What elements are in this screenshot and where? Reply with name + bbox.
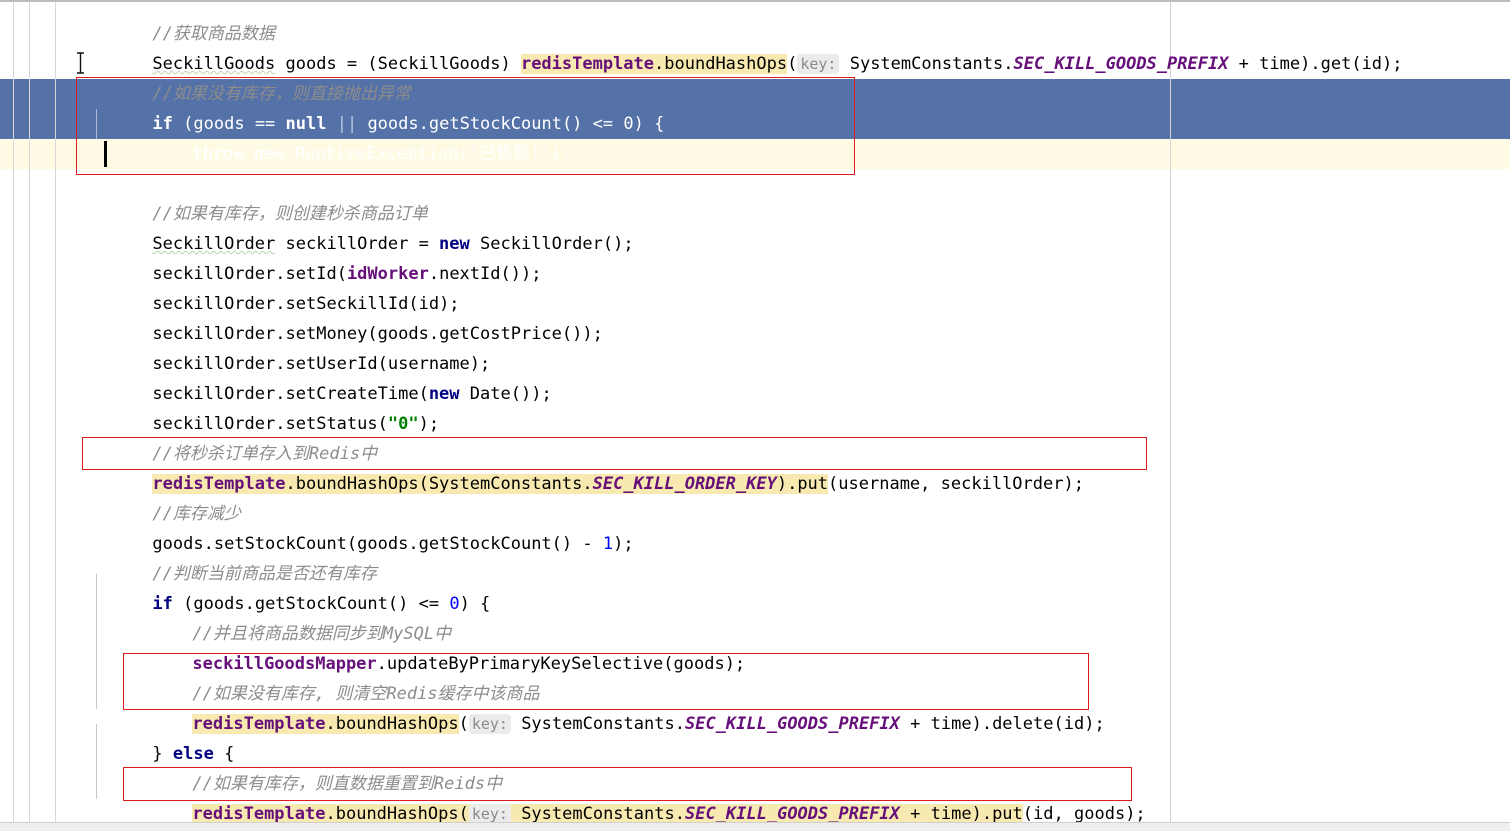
param-hint-key: key: bbox=[468, 714, 511, 734]
code-line-comment-reset-redis[interactable]: //如果有库存，则直数据重置到Reids中 bbox=[131, 739, 502, 794]
keyword-throw: throw bbox=[192, 144, 244, 164]
code-line-comment-check-stock[interactable]: //判断当前商品是否还有库存 bbox=[91, 529, 376, 584]
text-caret bbox=[104, 141, 107, 167]
class-system-constants: SystemConstants bbox=[521, 714, 675, 734]
arg-id: id bbox=[1033, 804, 1054, 824]
code-line-throw[interactable]: throw new RuntimeException("已售罄!"); bbox=[131, 109, 571, 164]
class-runtime-exception: RuntimeException bbox=[294, 144, 459, 164]
code-line-set-status[interactable]: seckillOrder.setStatus("0"); bbox=[91, 379, 439, 434]
method-get-stock-count: getStockCount bbox=[418, 534, 552, 554]
indent-guide-else-block-a bbox=[96, 574, 97, 709]
field-redis-template: redisTemplate bbox=[192, 804, 326, 824]
mouse-ibeam-cursor bbox=[77, 52, 84, 74]
string-zero: "0" bbox=[387, 414, 419, 434]
const-sec-kill-goods-prefix: SEC_KILL_GOODS_PREFIX bbox=[1013, 54, 1229, 74]
method-bound-hash-ops: boundHashOps bbox=[664, 54, 788, 74]
code-line-put-order[interactable]: redisTemplate.boundHashOps(SystemConstan… bbox=[91, 439, 1084, 494]
arg-goods: goods bbox=[1074, 804, 1126, 824]
code-editor[interactable]: //获取商品数据 SeckillGoods goods = (SeckillGo… bbox=[0, 0, 1510, 831]
arg-id: id bbox=[1361, 54, 1383, 74]
method-bound-hash-ops: boundHashOps bbox=[335, 804, 459, 824]
code-line-comment-clear-redis[interactable]: //如果没有库存, 则清空Redis缓存中该商品 bbox=[131, 649, 539, 704]
class-date: Date bbox=[469, 384, 511, 404]
arg-time: time bbox=[930, 804, 972, 824]
class-system-constants: SystemConstants bbox=[849, 54, 1004, 74]
code-line-new-order[interactable]: SeckillOrder seckillOrder = new SeckillO… bbox=[91, 199, 633, 254]
param-hint-key: key: bbox=[468, 804, 511, 824]
arg-seckill-order: seckillOrder bbox=[940, 474, 1064, 494]
code-line-close-if[interactable]: } bbox=[91, 139, 162, 194]
code-line-get-goods[interactable]: SeckillGoods goods = (SeckillGoods) redi… bbox=[91, 19, 1403, 74]
code-line-comment-no-stock[interactable]: //如果没有库存，则直接抛出异常 bbox=[91, 49, 410, 104]
const-sec-kill-goods-prefix: SEC_KILL_GOODS_PREFIX bbox=[684, 714, 900, 734]
indent-guide-else-block-b bbox=[96, 724, 97, 799]
editor-bottom-strip bbox=[0, 822, 1510, 831]
code-line-comment-has-stock[interactable]: //如果有库存，则创建秒杀商品订单 bbox=[91, 169, 427, 224]
code-line-set-money[interactable]: seckillOrder.setMoney(goods.getCostPrice… bbox=[91, 289, 602, 344]
code-line-set-user-id[interactable]: seckillOrder.setUserId(username); bbox=[91, 319, 490, 374]
field-redis-template: redisTemplate bbox=[520, 54, 655, 74]
method-bound-hash-ops: boundHashOps bbox=[335, 714, 459, 734]
method-delete: delete bbox=[992, 714, 1054, 734]
class-system-constants: SystemConstants bbox=[521, 804, 675, 824]
const-sec-kill-goods-prefix: SEC_KILL_GOODS_PREFIX bbox=[684, 804, 900, 824]
arg-time: time bbox=[1259, 54, 1301, 74]
keyword-new: new bbox=[253, 144, 285, 164]
code-line-comment-sync-mysql[interactable]: //并且将商品数据同步到MySQL中 bbox=[131, 589, 451, 644]
arg-username: username bbox=[838, 474, 921, 494]
arg-time: time bbox=[930, 714, 972, 734]
code-line-put-goods[interactable]: redisTemplate.boundHashOps(key: SystemCo… bbox=[131, 769, 1146, 824]
code-line-update-mapper[interactable]: seckillGoodsMapper.updateByPrimaryKeySel… bbox=[131, 619, 745, 674]
const-sec-kill-order-key: SEC_KILL_ORDER_KEY bbox=[592, 474, 777, 494]
num-zero: 0 bbox=[623, 114, 634, 134]
code-line-set-seckill-id[interactable]: seckillOrder.setSeckillId(id); bbox=[91, 259, 459, 314]
editor-top-edge bbox=[0, 0, 1510, 2]
code-line-comment-get-goods[interactable]: //获取商品数据 bbox=[91, 0, 274, 44]
arg-id: id bbox=[1063, 714, 1085, 734]
method-put: put bbox=[797, 474, 829, 494]
string-sold-out: "已售罄!" bbox=[468, 144, 551, 164]
code-line-comment-stock-decrease[interactable]: //库存减少 bbox=[91, 469, 240, 524]
code-line-delete-goods[interactable]: redisTemplate.boundHashOps(key: SystemCo… bbox=[131, 679, 1105, 734]
code-line-if-null[interactable]: if (goods == null || goods.getStockCount… bbox=[91, 79, 664, 134]
code-line-set-create-time[interactable]: seckillOrder.setCreateTime(new Date()); bbox=[91, 349, 551, 404]
code-line-set-stock-count[interactable]: goods.setStockCount(goods.getStockCount(… bbox=[91, 499, 633, 554]
param-hint-key: key: bbox=[797, 54, 840, 74]
code-line-if-stock-zero[interactable]: if (goods.getStockCount() <= 0) { bbox=[91, 559, 490, 614]
method-put: put bbox=[992, 804, 1023, 824]
code-line-else[interactable]: } else { bbox=[91, 709, 234, 764]
code-line-comment-save-order[interactable]: //将秒杀订单存入到Redis中 bbox=[91, 409, 377, 464]
code-line-set-id[interactable]: seckillOrder.setId(idWorker.nextId()); bbox=[91, 229, 541, 284]
method-get: get bbox=[1320, 54, 1352, 74]
var-goods: goods bbox=[673, 654, 725, 674]
code-text-layer[interactable]: //获取商品数据 SeckillGoods goods = (SeckillGo… bbox=[0, 0, 1510, 831]
num-one: 1 bbox=[602, 534, 614, 554]
indent-guide-if-block bbox=[96, 109, 97, 139]
class-system-constants: SystemConstants bbox=[428, 474, 583, 494]
method-bound-hash-ops: boundHashOps bbox=[295, 474, 419, 494]
